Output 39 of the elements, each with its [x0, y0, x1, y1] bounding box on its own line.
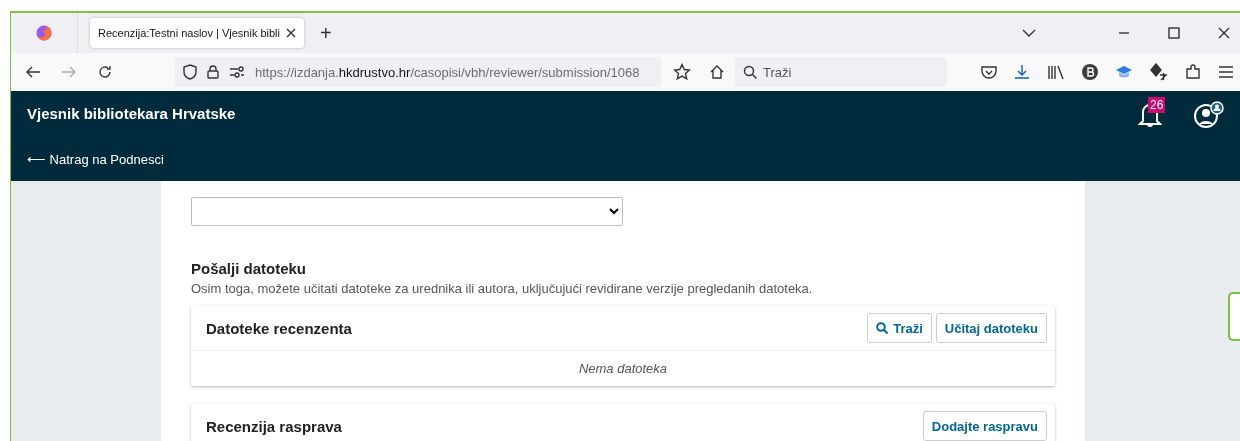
section-heading: Pošalji datoteku	[191, 260, 308, 277]
sliders-icon[interactable]	[229, 66, 245, 78]
search-icon	[743, 65, 757, 79]
browser-logo-icon	[35, 24, 53, 42]
download-icon[interactable]	[1014, 64, 1030, 80]
action-button[interactable]: Učitaj datoteku	[935, 313, 1047, 343]
lock-icon[interactable]	[207, 65, 219, 79]
new-tab-button[interactable]: +	[320, 21, 332, 45]
chevron-down-icon[interactable]	[1022, 28, 1036, 38]
shield-icon[interactable]	[183, 64, 197, 80]
browser-tab[interactable]: Recenzija:Testni naslov | Vjesnik bibli	[90, 18, 304, 48]
reload-icon[interactable]	[97, 64, 113, 80]
star-icon[interactable]	[673, 63, 691, 81]
close-icon[interactable]	[286, 28, 296, 38]
panel-title: Recenzija rasprava	[206, 417, 343, 435]
library-icon[interactable]	[1047, 64, 1065, 80]
search-button[interactable]: Traži	[867, 313, 932, 343]
section-description: Osim toga, možete učitati datoteke za urednika ili autora, uključujući revidirane verzije pregledanih datoteka.	[191, 281, 814, 296]
bell-icon[interactable]	[1138, 101, 1162, 127]
search-placeholder: Traži	[763, 64, 792, 80]
back-link[interactable]: ⟵ Natrag na Podnesci	[27, 152, 164, 167]
pocket-icon[interactable]	[981, 65, 997, 79]
search-icon	[876, 322, 889, 334]
user-avatar-icon[interactable]	[1194, 101, 1224, 129]
maximize-icon[interactable]	[1168, 27, 1180, 39]
notification-count: 26	[1148, 97, 1166, 113]
empty-message: Nema datoteka	[577, 360, 669, 378]
home-icon[interactable]	[709, 64, 725, 80]
action-button[interactable]: Dodajte raspravu	[922, 411, 1047, 441]
panel-title: Datoteke recenzenta	[206, 319, 353, 337]
close-icon[interactable]	[1218, 27, 1230, 39]
letter-b-icon[interactable]	[1082, 64, 1098, 80]
back-arrow-icon[interactable]	[25, 65, 41, 79]
puzzle-icon[interactable]	[1185, 64, 1201, 80]
tab-title: Recenzija:Testni naslov | Vjesnik bibli	[98, 27, 280, 39]
graduation-cap-icon[interactable]	[1115, 65, 1133, 79]
menu-icon[interactable]	[1218, 65, 1234, 79]
search-field[interactable]: Traži	[735, 57, 947, 87]
journal-title: Vjesnik bibliotekara Hrvatske	[27, 105, 236, 122]
